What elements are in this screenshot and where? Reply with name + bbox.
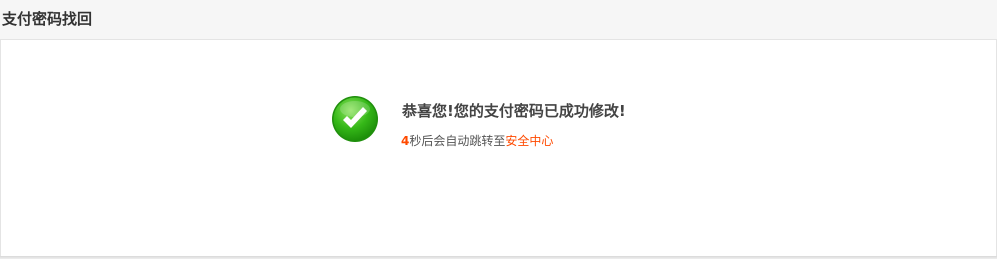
- page-title: 支付密码找回: [2, 10, 93, 28]
- page-header: 支付密码找回: [0, 0, 997, 39]
- security-center-link[interactable]: 安全中心: [505, 134, 553, 148]
- redirect-notice: 4秒后会自动跳转至安全中心: [401, 133, 553, 149]
- success-message: 恭喜您!您的支付密码已成功修改!: [402, 102, 626, 120]
- check-circle-icon: [332, 96, 378, 142]
- redirect-text: 秒后会自动跳转至: [409, 134, 506, 148]
